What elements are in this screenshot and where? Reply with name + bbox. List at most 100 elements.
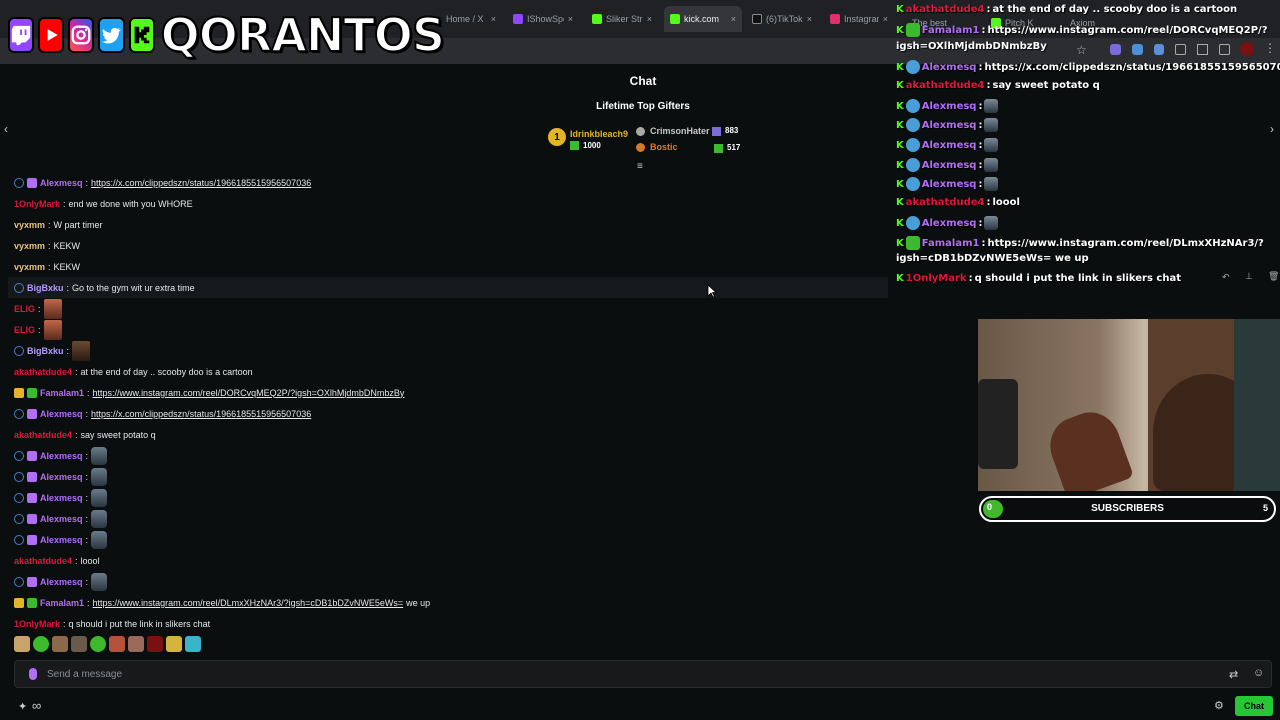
- translate-icon[interactable]: ⇄: [1229, 668, 1238, 681]
- chat-username[interactable]: akathatdude4: [14, 367, 72, 377]
- close-icon[interactable]: ×: [491, 14, 496, 24]
- overlay-message: K Alexmesq: https://x.com/clippedszn/statu…: [896, 60, 1280, 74]
- chat-text: loool: [80, 555, 100, 566]
- emote-icon[interactable]: [71, 636, 87, 652]
- gifter-name[interactable]: Bostic: [650, 142, 678, 152]
- reply-icon[interactable]: ↶: [1222, 272, 1230, 283]
- emote-image[interactable]: [72, 340, 91, 361]
- close-icon[interactable]: ×: [647, 14, 652, 24]
- emote-image[interactable]: [91, 488, 108, 507]
- close-icon[interactable]: ×: [568, 14, 573, 24]
- expand-icon[interactable]: ≡: [637, 161, 643, 172]
- sub-gift-badge-icon: [27, 177, 37, 188]
- emote-icon[interactable]: [109, 636, 125, 652]
- emoji-icon[interactable]: ☺: [1253, 667, 1264, 679]
- chat-username[interactable]: vyxmm: [14, 262, 45, 272]
- chat-username[interactable]: vyxmm: [14, 241, 45, 251]
- infinity-icon[interactable]: ∞: [32, 698, 41, 713]
- chat-link[interactable]: https://www.instagram.com/reel/DORCvqMEQ…: [93, 388, 405, 398]
- tab-instagram[interactable]: Instagram×: [824, 8, 894, 30]
- crown-badge-icon: [14, 597, 24, 608]
- emote-icon[interactable]: [166, 636, 182, 652]
- chat-username[interactable]: akathatdude4: [14, 430, 72, 440]
- chat-username[interactable]: Alexmesq: [40, 409, 83, 419]
- chat-username[interactable]: vyxmm: [14, 220, 45, 230]
- emote-image[interactable]: [91, 467, 108, 486]
- emote-image[interactable]: [91, 509, 108, 528]
- overlay-message: K Alexmesq:: [896, 138, 999, 152]
- chat-link[interactable]: https://x.com/clippedszn/status/19661855…: [91, 409, 311, 419]
- chat-username[interactable]: Alexmesq: [40, 535, 83, 545]
- points-icon[interactable]: ✦: [18, 700, 27, 713]
- close-icon[interactable]: ×: [883, 14, 888, 24]
- tab-sliker[interactable]: Sliker Str ×: [586, 8, 658, 30]
- chat-text: say sweet potato q: [80, 429, 156, 440]
- chat-username[interactable]: 1OnlyMark: [14, 199, 60, 209]
- tab-ishowspeed[interactable]: IShowSpeed×: [507, 8, 579, 30]
- emote-image[interactable]: [91, 572, 108, 591]
- chat-link[interactable]: https://x.com/clippedszn/status/19661855…: [91, 178, 311, 188]
- chat-username[interactable]: Famalam1: [40, 598, 84, 608]
- gifter-name[interactable]: Idrinkbleach9: [570, 129, 628, 139]
- verified-badge-icon: [905, 158, 920, 172]
- twitch-icon: [513, 14, 523, 24]
- emote-image[interactable]: [43, 319, 62, 340]
- chat-username[interactable]: Alexmesq: [40, 178, 83, 188]
- chat-username[interactable]: Famalam1: [40, 388, 84, 398]
- chat-username[interactable]: akathatdude4: [14, 556, 72, 566]
- overlay-message: igsh=cDB1bDZvNWE5eWs= we up: [896, 253, 1089, 264]
- chat-username[interactable]: Alexmesq: [40, 577, 83, 587]
- chevron-left-icon[interactable]: ‹: [4, 122, 8, 136]
- tab-home-x[interactable]: Home / X ×: [440, 8, 502, 30]
- chat-username[interactable]: BigBxku: [27, 346, 64, 356]
- chat-username[interactable]: Alexmesq: [40, 493, 83, 503]
- emote-icon[interactable]: [128, 636, 144, 652]
- verified-badge-icon: [14, 450, 24, 461]
- close-icon[interactable]: ×: [807, 14, 812, 24]
- gear-icon[interactable]: ⚙: [1214, 699, 1224, 712]
- delete-icon[interactable]: 🗑: [1268, 271, 1279, 282]
- chat-username[interactable]: Alexmesq: [40, 451, 83, 461]
- sub-badge-icon: [27, 597, 37, 608]
- sub-badge-icon: [905, 236, 920, 250]
- emote-icon[interactable]: [33, 636, 49, 652]
- chat-username[interactable]: ELIG: [14, 325, 35, 335]
- kick-logo-icon: [128, 17, 155, 53]
- emote-image[interactable]: [91, 446, 108, 465]
- emote-icon[interactable]: [90, 636, 106, 652]
- kick-icon: K: [896, 4, 904, 15]
- chat-text: we up: [406, 597, 431, 608]
- chat-username[interactable]: 1OnlyMark: [14, 619, 60, 629]
- emote-image[interactable]: [43, 298, 62, 319]
- sub-gift-badge-icon: [27, 492, 37, 503]
- sub-badge-icon: [27, 387, 37, 398]
- chat-username[interactable]: BigBxku: [27, 283, 64, 293]
- chat-message: ELIG:: [14, 319, 62, 340]
- verified-badge-icon: [14, 492, 24, 503]
- overlay-text: igsh=cDB1bDZvNWE5eWs= we up: [896, 253, 1089, 264]
- verified-badge-icon: [905, 60, 920, 74]
- emote-icon[interactable]: [147, 636, 163, 652]
- chat-link[interactable]: https://www.instagram.com/reel/DLmxXHzNA…: [93, 598, 404, 608]
- emote-icon[interactable]: [14, 636, 30, 652]
- emote-image[interactable]: [91, 530, 108, 549]
- emote-icon[interactable]: [52, 636, 68, 652]
- pin-icon[interactable]: ⊥: [1245, 271, 1253, 282]
- gifter-name[interactable]: CrimsonHater: [650, 126, 710, 136]
- emote-icon[interactable]: [185, 636, 201, 652]
- emote-quick-bar: [14, 636, 201, 652]
- message-input[interactable]: [47, 668, 1147, 680]
- kick-icon: K: [896, 119, 904, 131]
- verified-badge-icon: [905, 99, 920, 113]
- chat-username[interactable]: ELIG: [14, 304, 35, 314]
- bronze-medal-icon: [636, 143, 645, 152]
- send-chat-button[interactable]: Chat: [1235, 696, 1273, 716]
- chat-username[interactable]: Alexmesq: [40, 472, 83, 482]
- chat-username[interactable]: Alexmesq: [40, 514, 83, 524]
- microphone-icon[interactable]: [29, 668, 37, 680]
- close-icon[interactable]: ×: [731, 14, 736, 24]
- overlay-username: akathatdude4: [905, 197, 985, 208]
- gift-count: 517: [727, 143, 741, 152]
- tab-tiktok[interactable]: (6)TikTok ×: [746, 8, 818, 30]
- tab-kick[interactable]: kick.com ×: [664, 6, 742, 32]
